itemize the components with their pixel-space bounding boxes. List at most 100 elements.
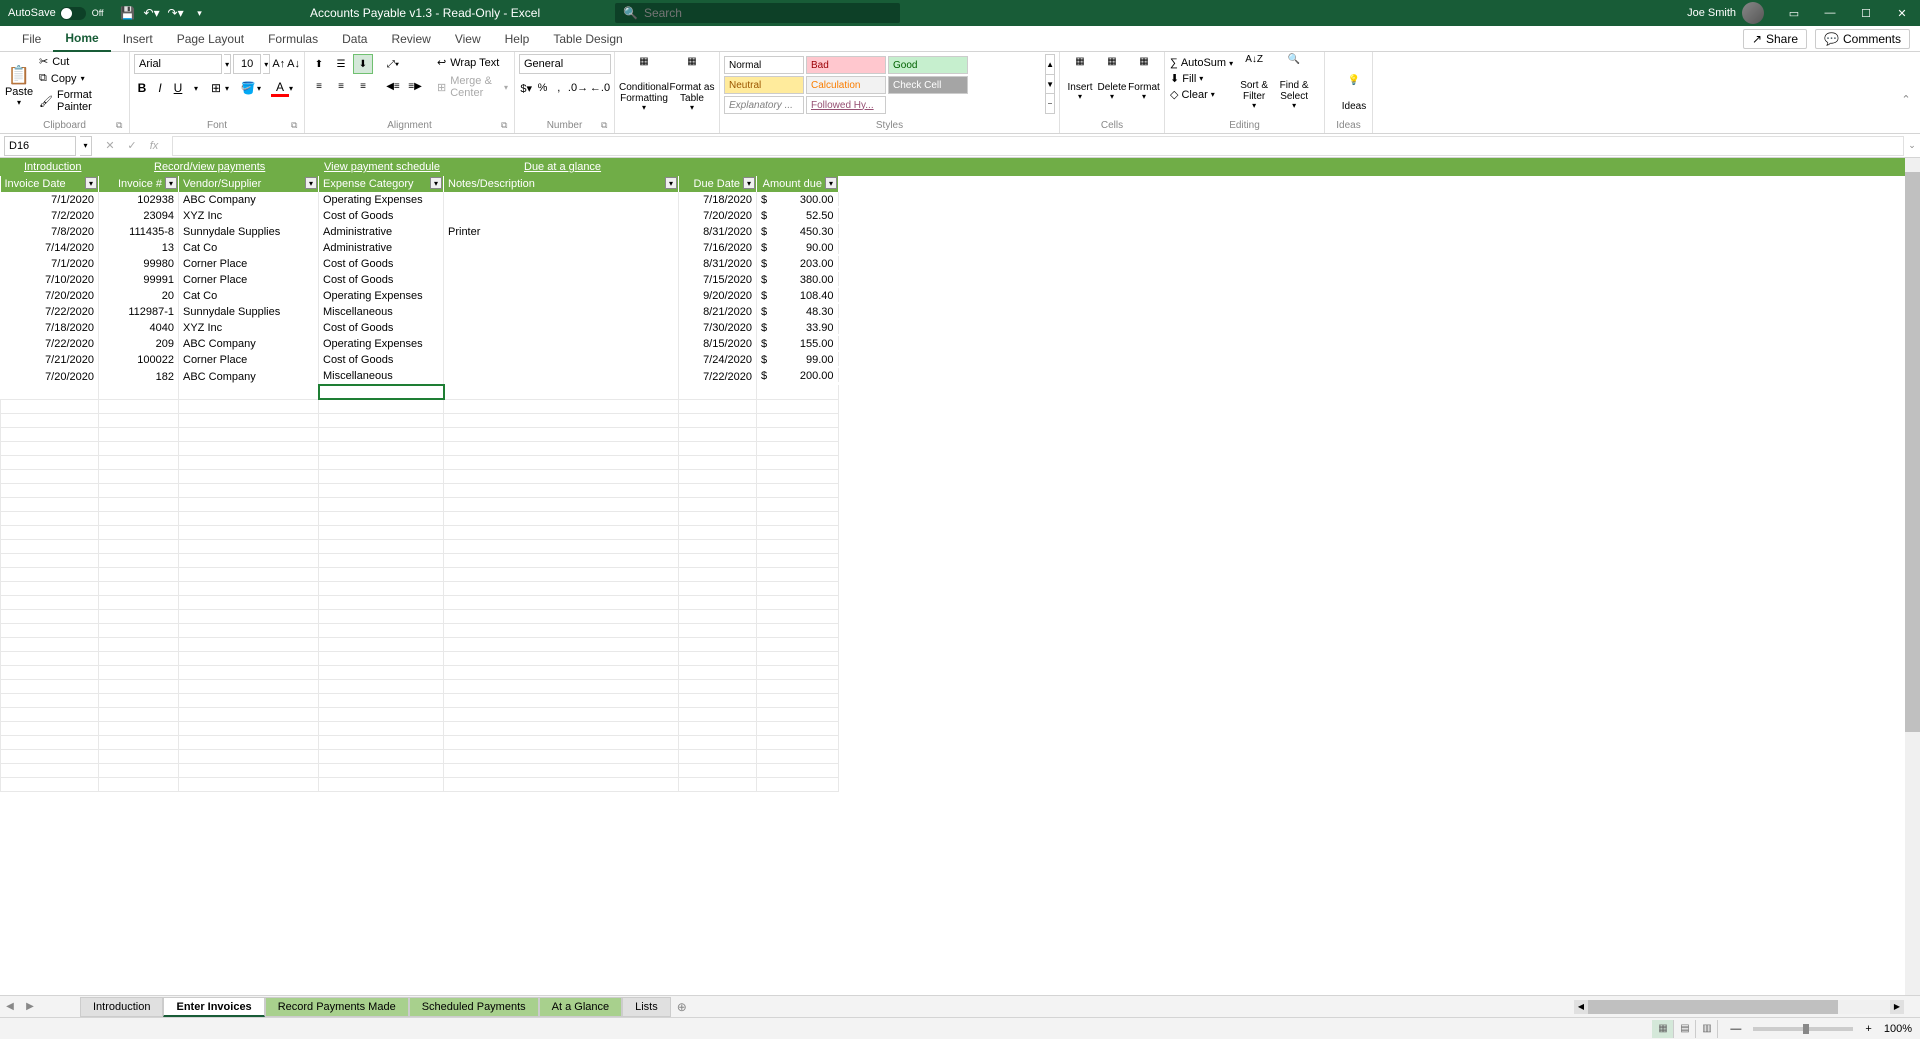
border-button[interactable]: ⊞▾	[206, 78, 236, 98]
table-row[interactable]: 7/10/202099991Corner PlaceCost of Goods7…	[1, 272, 839, 288]
percent-icon[interactable]: %	[535, 78, 549, 98]
cell-notes[interactable]	[444, 368, 679, 385]
redo-icon[interactable]: ↷▾	[168, 5, 184, 21]
ribbon-tab-page-layout[interactable]: Page Layout	[165, 26, 256, 52]
column-header-invoice--[interactable]: Invoice #▾	[99, 176, 179, 192]
save-icon[interactable]: 💾	[120, 5, 136, 21]
align-right-icon[interactable]: ≡	[353, 76, 373, 96]
table-row[interactable]	[1, 777, 839, 791]
table-row[interactable]	[1, 749, 839, 763]
close-icon[interactable]: ✕	[1884, 0, 1920, 26]
cell-inv-num[interactable]: 23094	[99, 208, 179, 224]
cell-notes[interactable]	[444, 272, 679, 288]
sheet-tab-scheduled-payments[interactable]: Scheduled Payments	[409, 997, 539, 1017]
cell-amount[interactable]: $155.00	[757, 336, 839, 350]
filter-dropdown-icon[interactable]: ▾	[165, 177, 177, 189]
align-left-icon[interactable]: ≡	[309, 76, 329, 96]
cell-inv-num[interactable]: 20	[99, 288, 179, 304]
cell-due-date[interactable]: 7/20/2020	[679, 208, 757, 224]
ribbon-tab-table-design[interactable]: Table Design	[541, 26, 634, 52]
cell-category[interactable]: Miscellaneous	[319, 304, 444, 320]
underline-button[interactable]: U	[170, 78, 186, 98]
cell-inv-date[interactable]: 7/8/2020	[1, 224, 99, 240]
scroll-right-icon[interactable]: ▶	[1890, 1000, 1904, 1014]
filter-dropdown-icon[interactable]: ▾	[665, 177, 677, 189]
cell-notes[interactable]	[444, 192, 679, 208]
sheet-nav-prev-icon[interactable]: ◀	[0, 996, 20, 1018]
table-row[interactable]	[1, 399, 839, 413]
filter-dropdown-icon[interactable]: ▾	[430, 177, 442, 189]
maximize-icon[interactable]: ☐	[1848, 0, 1884, 26]
cell-inv-date[interactable]: 7/1/2020	[1, 192, 99, 208]
cell-notes[interactable]	[444, 240, 679, 256]
dialog-launcher-icon[interactable]: ⧉	[601, 120, 611, 130]
name-box-dropdown-icon[interactable]: ▾	[80, 136, 92, 156]
cell-notes[interactable]	[444, 352, 679, 368]
table-row[interactable]: 7/1/202099980Corner PlaceCost of Goods8/…	[1, 256, 839, 272]
cell-style-followedhy[interactable]: Followed Hy...	[806, 96, 886, 114]
sheet-nav-next-icon[interactable]: ▶	[20, 996, 40, 1018]
table-row[interactable]	[1, 455, 839, 469]
table-row[interactable]: 7/8/2020111435-8Sunnydale SuppliesAdmini…	[1, 224, 839, 240]
qat-customize-icon[interactable]: ▾	[192, 5, 208, 21]
ribbon-tab-file[interactable]: File	[10, 26, 53, 52]
table-row[interactable]	[1, 665, 839, 679]
dialog-launcher-icon[interactable]: ⧉	[501, 120, 511, 130]
table-row[interactable]	[1, 721, 839, 735]
nav-link-due-at-a-glance[interactable]: Due at a glance	[520, 161, 605, 173]
cell-notes[interactable]	[444, 256, 679, 272]
nav-link-view-payment-schedule[interactable]: View payment schedule	[320, 161, 444, 173]
font-name-input[interactable]	[134, 54, 222, 74]
decrease-decimal-icon[interactable]: ←.0	[590, 78, 610, 98]
table-row[interactable]	[1, 483, 839, 497]
align-top-icon[interactable]: ⬆	[309, 54, 329, 74]
table-row[interactable]	[1, 609, 839, 623]
table-row[interactable]	[1, 497, 839, 511]
increase-decimal-icon[interactable]: .0→	[568, 78, 588, 98]
table-row[interactable]: 7/22/2020112987-1Sunnydale SuppliesMisce…	[1, 304, 839, 320]
cell-vendor[interactable]: ABC Company	[179, 192, 319, 208]
cell-style-normal[interactable]: Normal	[724, 56, 804, 74]
cell-due-date[interactable]: 7/16/2020	[679, 240, 757, 256]
table-row[interactable]	[1, 623, 839, 637]
filter-dropdown-icon[interactable]: ▾	[305, 177, 317, 189]
table-row[interactable]	[1, 679, 839, 693]
cell-amount[interactable]: $52.50	[757, 208, 839, 222]
cell-notes[interactable]	[444, 320, 679, 336]
cell-vendor[interactable]: Sunnydale Supplies	[179, 224, 319, 240]
table-row[interactable]: 7/18/20204040XYZ IncCost of Goods7/30/20…	[1, 320, 839, 336]
zoom-out-icon[interactable]: —	[1730, 1023, 1741, 1035]
bold-button[interactable]: B	[134, 78, 150, 98]
cell-inv-num[interactable]: 99980	[99, 256, 179, 272]
scrollbar-thumb[interactable]	[1905, 172, 1920, 732]
sheet-tab-lists[interactable]: Lists	[622, 997, 671, 1017]
table-row[interactable]	[1, 427, 839, 441]
cell-due-date[interactable]: 8/31/2020	[679, 224, 757, 240]
cell-vendor[interactable]: ABC Company	[179, 336, 319, 352]
search-input[interactable]	[644, 6, 892, 20]
table-row[interactable]	[1, 637, 839, 651]
zoom-in-icon[interactable]: +	[1865, 1023, 1871, 1035]
formula-input[interactable]	[172, 136, 1904, 156]
cell-inv-num[interactable]: 13	[99, 240, 179, 256]
page-layout-view-icon[interactable]: ▤	[1674, 1020, 1696, 1038]
cell-category[interactable]: Operating Expenses	[319, 288, 444, 304]
cell-vendor[interactable]: Corner Place	[179, 352, 319, 368]
scroll-left-icon[interactable]: ◀	[1574, 1000, 1588, 1014]
new-sheet-button[interactable]: ⊕	[671, 996, 693, 1018]
table-row[interactable]	[1, 385, 839, 399]
find-select-button[interactable]: 🔍Find & Select▾	[1274, 54, 1314, 111]
cell-inv-date[interactable]: 7/1/2020	[1, 256, 99, 272]
filter-dropdown-icon[interactable]: ▾	[825, 177, 837, 189]
undo-icon[interactable]: ↶▾	[144, 5, 160, 21]
cell-vendor[interactable]: XYZ Inc	[179, 208, 319, 224]
sort-filter-button[interactable]: A↓ZSort & Filter▾	[1234, 54, 1274, 111]
chevron-down-icon[interactable]: ▾	[224, 54, 231, 74]
cell-category[interactable]: Cost of Goods	[319, 256, 444, 272]
table-row[interactable]: 7/20/2020182ABC CompanyMiscellaneous7/22…	[1, 368, 839, 385]
cell-amount[interactable]: $90.00	[757, 240, 839, 254]
cell-amount[interactable]: $300.00	[757, 192, 839, 206]
cell-category[interactable]: Administrative	[319, 240, 444, 256]
cell-inv-num[interactable]: 112987-1	[99, 304, 179, 320]
selected-cell[interactable]	[319, 385, 444, 399]
